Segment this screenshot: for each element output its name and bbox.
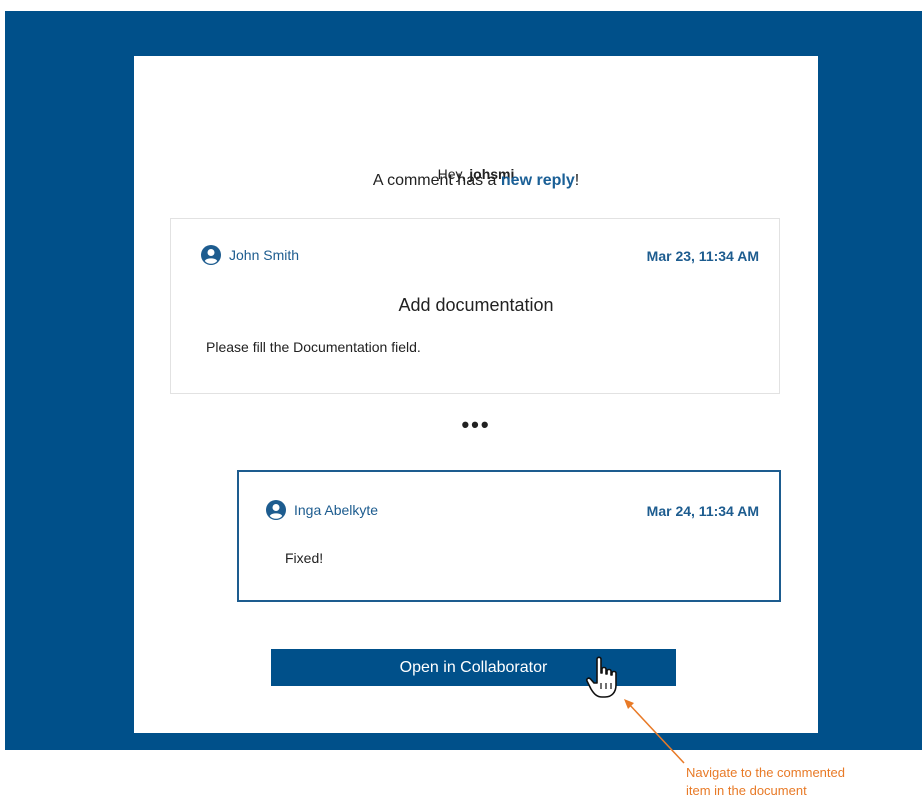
email-background: Hey, johsmi A comment has a new reply! J… <box>5 11 922 750</box>
headline-prefix: A comment has a <box>372 172 497 189</box>
comment-text: Please fill the Documentation field. <box>206 339 421 355</box>
reply-text: Fixed! <box>285 550 324 566</box>
email-card: Hey, johsmi A comment has a new reply! J… <box>134 56 818 733</box>
callout-line-1: Navigate to the commented <box>686 765 845 780</box>
headline-suffix: ! <box>574 172 580 189</box>
comment-author: John Smith <box>201 245 299 265</box>
headline: A comment has a new reply! <box>134 172 818 190</box>
user-circle-icon <box>266 500 286 520</box>
callout-line-2: item in the document <box>686 783 807 798</box>
original-comment: John Smith Mar 23, 11:34 AM Add document… <box>170 218 780 394</box>
headline-accent: new reply <box>500 172 575 189</box>
comment-author-name: John Smith <box>229 247 300 263</box>
reply-author: Inga Abelkyte <box>266 500 378 520</box>
callout-arrow <box>624 699 685 764</box>
callout-annotation: Navigate to the commented item in the do… <box>686 764 922 800</box>
thread-ellipsis: ••• <box>461 412 491 437</box>
comment-title: Add documentation <box>398 295 554 315</box>
reply-author-name: Inga Abelkyte <box>294 502 379 518</box>
reply-date: Mar 24, 11:34 AM <box>646 503 759 519</box>
reply-comment: Inga Abelkyte Mar 24, 11:34 AM Fixed! <box>237 470 781 602</box>
user-circle-icon <box>201 245 221 265</box>
hand-pointer-icon <box>585 656 617 698</box>
comment-date: Mar 23, 11:34 AM <box>646 248 759 264</box>
